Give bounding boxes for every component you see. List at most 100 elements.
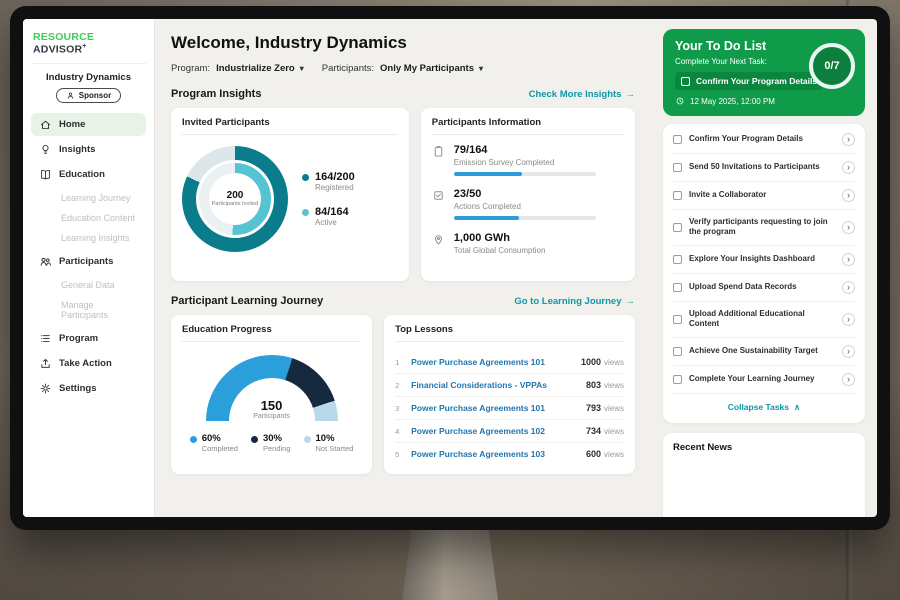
chevron-down-icon: ▾ <box>300 64 304 73</box>
legend-item-completed: 60% Completed <box>190 433 238 453</box>
lesson-link[interactable]: Power Purchase Agreements 101 <box>411 357 573 367</box>
sidebar-item-learning-insights[interactable]: Learning Insights <box>31 228 146 248</box>
legend-dot <box>251 436 258 443</box>
legend-dot <box>304 436 311 443</box>
lesson-link[interactable]: Power Purchase Agreements 103 <box>411 449 578 459</box>
task-row[interactable]: Upload Additional Educational Content › <box>673 302 855 338</box>
task-row[interactable]: Send 50 Invitations to Participants › <box>673 154 855 182</box>
participants-filter-value: Only My Participants <box>380 63 474 74</box>
program-insights-cards: Invited Participants 200 Participants In… <box>171 108 635 281</box>
checkbox[interactable] <box>673 191 682 200</box>
card-title: Top Lessons <box>395 324 624 342</box>
participants-information-card: Participants Information 79/164 Emission… <box>421 108 635 281</box>
book-icon <box>39 168 52 181</box>
sidebar-item-insights[interactable]: Insights <box>31 138 146 161</box>
bulb-icon <box>39 143 52 156</box>
recent-news-title: Recent News <box>673 442 855 453</box>
task-row[interactable]: Upload Spend Data Records › <box>673 274 855 302</box>
task-row[interactable]: Invite a Collaborator › <box>673 182 855 210</box>
chevron-right-icon[interactable]: › <box>842 221 855 234</box>
page-title: Welcome, Industry Dynamics <box>171 33 635 53</box>
chevron-right-icon[interactable]: › <box>842 161 855 174</box>
checkbox[interactable] <box>673 255 682 264</box>
dashboard-screen: RESOURCE ADVISOR+ Industry Dynamics Spon… <box>23 19 877 517</box>
sponsor-badge-label: Sponsor <box>79 91 111 100</box>
task-row[interactable]: Confirm Your Program Details › <box>673 126 855 154</box>
todo-task-list: Confirm Your Program Details › Send 50 I… <box>663 124 865 423</box>
chevron-right-icon[interactable]: › <box>842 133 855 146</box>
info-row-consumption: 1,000 GWh Total Global Consumption <box>432 232 624 260</box>
lesson-row: 1 Power Purchase Agreements 101 1000view… <box>395 351 624 374</box>
section-title: Program Insights <box>171 88 261 100</box>
sidebar-item-label: Take Action <box>59 358 112 369</box>
home-icon <box>39 118 52 131</box>
checkbox[interactable] <box>673 163 682 172</box>
upload-icon <box>39 357 52 370</box>
logo-text-resource: RESOURCE <box>33 31 94 43</box>
chevron-right-icon[interactable]: › <box>842 189 855 202</box>
sidebar-item-education-content[interactable]: Education Content <box>31 208 146 228</box>
card-title: Education Progress <box>182 324 361 342</box>
chevron-right-icon[interactable]: › <box>842 313 855 326</box>
checkbox[interactable] <box>673 347 682 356</box>
lesson-link[interactable]: Power Purchase Agreements 101 <box>411 403 578 413</box>
education-progress-card: Education Progress 150 Participants <box>171 315 372 474</box>
link-label: Check More Insights <box>529 89 622 100</box>
chevron-right-icon[interactable]: › <box>842 253 855 266</box>
lesson-link[interactable]: Financial Considerations - VPPAs <box>411 380 578 390</box>
todo-progress-ring: 0/7 <box>809 43 855 89</box>
logo-text-advisor: ADVISOR <box>33 44 82 56</box>
gauge-center-label: 150 Participants <box>206 398 338 420</box>
sidebar-item-participants[interactable]: Participants <box>31 250 146 273</box>
next-task-row[interactable]: Confirm Your Program Details <box>675 72 823 90</box>
checkbox[interactable] <box>673 375 682 384</box>
sidebar-item-take-action[interactable]: Take Action <box>31 352 146 375</box>
participants-filter-dropdown[interactable]: Only My Participants ▾ <box>380 63 483 74</box>
task-row[interactable]: Verify participants requesting to join t… <box>673 210 855 246</box>
todo-panel: Your To Do List Complete Your Next Task:… <box>651 19 877 517</box>
legend-item-pending: 30% Pending <box>251 433 291 453</box>
sidebar: RESOURCE ADVISOR+ Industry Dynamics Spon… <box>23 19 155 517</box>
checkbox[interactable] <box>673 315 682 324</box>
legend-dot <box>302 209 309 216</box>
chevron-down-icon: ▾ <box>479 64 483 73</box>
progress-bar <box>454 216 596 220</box>
clipboard-icon <box>432 145 445 176</box>
task-row[interactable]: Achieve One Sustainability Target › <box>673 338 855 366</box>
invited-participants-card: Invited Participants 200 Participants In… <box>171 108 409 281</box>
sidebar-item-general-data[interactable]: General Data <box>31 275 146 295</box>
checkbox[interactable] <box>673 283 682 292</box>
lesson-row: 3 Power Purchase Agreements 101 793views <box>395 397 624 420</box>
sidebar-item-settings[interactable]: Settings <box>31 377 146 400</box>
chevron-right-icon[interactable]: › <box>842 281 855 294</box>
checkbox[interactable] <box>673 135 682 144</box>
program-filter-dropdown[interactable]: Industrialize Zero ▾ <box>216 63 304 74</box>
info-row-actions: 23/50 Actions Completed <box>432 188 624 220</box>
sidebar-item-home[interactable]: Home <box>31 113 146 136</box>
sidebar-item-label: Program <box>59 333 98 344</box>
sidebar-item-label: Participants <box>59 256 113 267</box>
sidebar-nav: Home Insights Education Learning Journey… <box>31 113 146 400</box>
monitor-stand <box>402 528 498 600</box>
checkbox[interactable] <box>681 77 690 86</box>
sidebar-item-program[interactable]: Program <box>31 327 146 350</box>
sidebar-item-learning-journey[interactable]: Learning Journey <box>31 188 146 208</box>
org-name: Industry Dynamics <box>31 72 146 83</box>
collapse-tasks-link[interactable]: Collapse Tasks ∧ <box>673 394 855 421</box>
chevron-right-icon[interactable]: › <box>842 345 855 358</box>
clock-icon <box>675 96 685 106</box>
program-filter-value: Industrialize Zero <box>216 63 295 74</box>
chevron-right-icon[interactable]: › <box>842 373 855 386</box>
sidebar-item-education[interactable]: Education <box>31 163 146 186</box>
checkbox[interactable] <box>673 223 682 232</box>
lesson-link[interactable]: Power Purchase Agreements 102 <box>411 426 578 436</box>
lesson-row: 4 Power Purchase Agreements 102 734views <box>395 420 624 443</box>
task-row[interactable]: Explore Your Insights Dashboard › <box>673 246 855 274</box>
go-to-learning-journey-link[interactable]: Go to Learning Journey → <box>514 296 635 307</box>
sidebar-item-manage-participants[interactable]: Manage Participants <box>31 295 146 325</box>
check-more-insights-link[interactable]: Check More Insights → <box>529 89 635 100</box>
filter-bar: Program: Industrialize Zero ▾ Participan… <box>171 63 635 74</box>
invited-donut-inner: 200 Participants Invited <box>196 160 274 238</box>
legend-item-active: 84/164 Active <box>302 206 355 227</box>
task-row[interactable]: Complete Your Learning Journey › <box>673 366 855 394</box>
